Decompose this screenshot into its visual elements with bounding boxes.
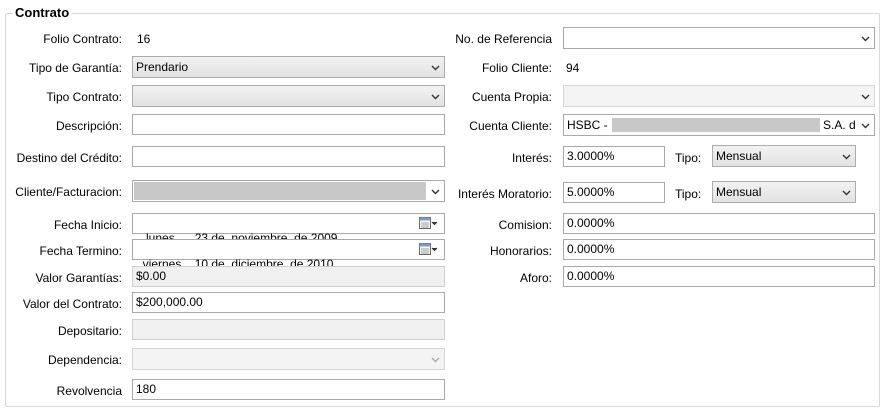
tipo-contrato-select[interactable] (132, 85, 445, 107)
honorarios-input[interactable]: 0.0000% (563, 239, 875, 260)
tipo-garantia-value: Prendario (136, 60, 189, 74)
redacted-block (134, 182, 426, 200)
cuenta-propia-select[interactable] (563, 85, 875, 107)
depositario-field (132, 319, 445, 340)
chevron-down-icon (431, 355, 440, 364)
cuenta-cliente-value-end: S.A. d (823, 118, 856, 132)
redacted-block (612, 118, 820, 132)
fecha-termino-label: Fecha Termino: (39, 244, 122, 258)
cuenta-cliente-select[interactable]: HSBC - S.A. d (563, 114, 875, 136)
chevron-down-icon (842, 152, 851, 161)
interes-moratorio-tipo-label: Tipo: (675, 187, 702, 201)
comision-input[interactable]: 0.0000% (563, 213, 875, 234)
descripcion-label: Descripción: (55, 119, 122, 133)
descripcion-input[interactable] (132, 114, 445, 135)
calendar-icon[interactable] (419, 243, 439, 260)
valor-garantias-label: Valor Garantías: (35, 271, 122, 285)
dependencia-select (132, 348, 445, 370)
aforo-label: Aforo: (519, 271, 552, 285)
chevron-down-icon (842, 188, 851, 197)
interes-moratorio-label: Interés Moratorio: (457, 187, 552, 201)
tipo-garantia-select[interactable]: Prendario (132, 56, 445, 78)
cliente-facturacion-label: Cliente/Facturacion: (15, 185, 122, 199)
folio-cliente-value: 94 (566, 61, 580, 75)
interes-tipo-label: Tipo: (675, 151, 702, 165)
cuenta-propia-label: Cuenta Propia: (471, 90, 552, 104)
valor-contrato-input[interactable]: $200,000.00 (132, 292, 445, 313)
chevron-down-icon (431, 187, 440, 196)
no-referencia-select[interactable] (563, 27, 875, 49)
honorarios-label: Honorarios: (489, 244, 552, 258)
destino-credito-input[interactable] (132, 146, 445, 167)
folio-contrato-label: Folio Contrato: (43, 32, 122, 46)
dependencia-label: Dependencia: (47, 353, 122, 367)
calendar-icon[interactable] (419, 217, 439, 234)
fecha-inicio-picker[interactable]: lunes , 23 de noviembre de 2009 (132, 213, 445, 245)
fecha-termino-picker[interactable]: viernes , 10 de diciembre de 2010 (132, 239, 445, 271)
chevron-down-icon (861, 34, 870, 43)
interes-moratorio-tipo-value: Mensual (716, 185, 762, 199)
valor-garantias-field: $0.00 (132, 266, 445, 287)
tipo-garantia-label: Tipo de Garantía: (29, 61, 122, 75)
comision-label: Comision: (498, 218, 552, 232)
interes-tipo-value: Mensual (716, 149, 762, 163)
chevron-down-icon (431, 63, 440, 72)
fecha-inicio-label: Fecha Inicio: (53, 218, 122, 232)
aforo-input[interactable]: 0.0000% (563, 266, 875, 287)
interes-input[interactable]: 3.0000% (563, 146, 665, 167)
interes-moratorio-tipo-select[interactable]: Mensual (712, 181, 856, 203)
cuenta-cliente-label: Cuenta Cliente: (469, 119, 552, 133)
tipo-contrato-label: Tipo Contrato: (46, 90, 122, 104)
cuenta-cliente-value-start: HSBC - (567, 118, 608, 132)
chevron-down-icon (861, 121, 870, 130)
valor-contrato-label: Valor del Contrato: (22, 297, 122, 311)
chevron-down-icon (431, 92, 440, 101)
revolvencia-label: Revolvencia (56, 384, 122, 398)
interes-label: Interés: (511, 151, 552, 165)
cliente-facturacion-select[interactable] (132, 180, 445, 202)
no-referencia-label: No. de Referencia (455, 32, 552, 46)
group-title: Contrato (13, 5, 72, 20)
interes-moratorio-input[interactable]: 5.0000% (563, 182, 665, 203)
destino-credito-label: Destino del Crédito: (16, 151, 122, 165)
revolvencia-input[interactable]: 180 (132, 379, 445, 400)
folio-contrato-value: 16 (137, 32, 151, 46)
folio-cliente-label: Folio Cliente: (481, 61, 552, 75)
depositario-label: Depositario: (57, 324, 122, 338)
interes-tipo-select[interactable]: Mensual (712, 145, 856, 167)
chevron-down-icon (861, 92, 870, 101)
